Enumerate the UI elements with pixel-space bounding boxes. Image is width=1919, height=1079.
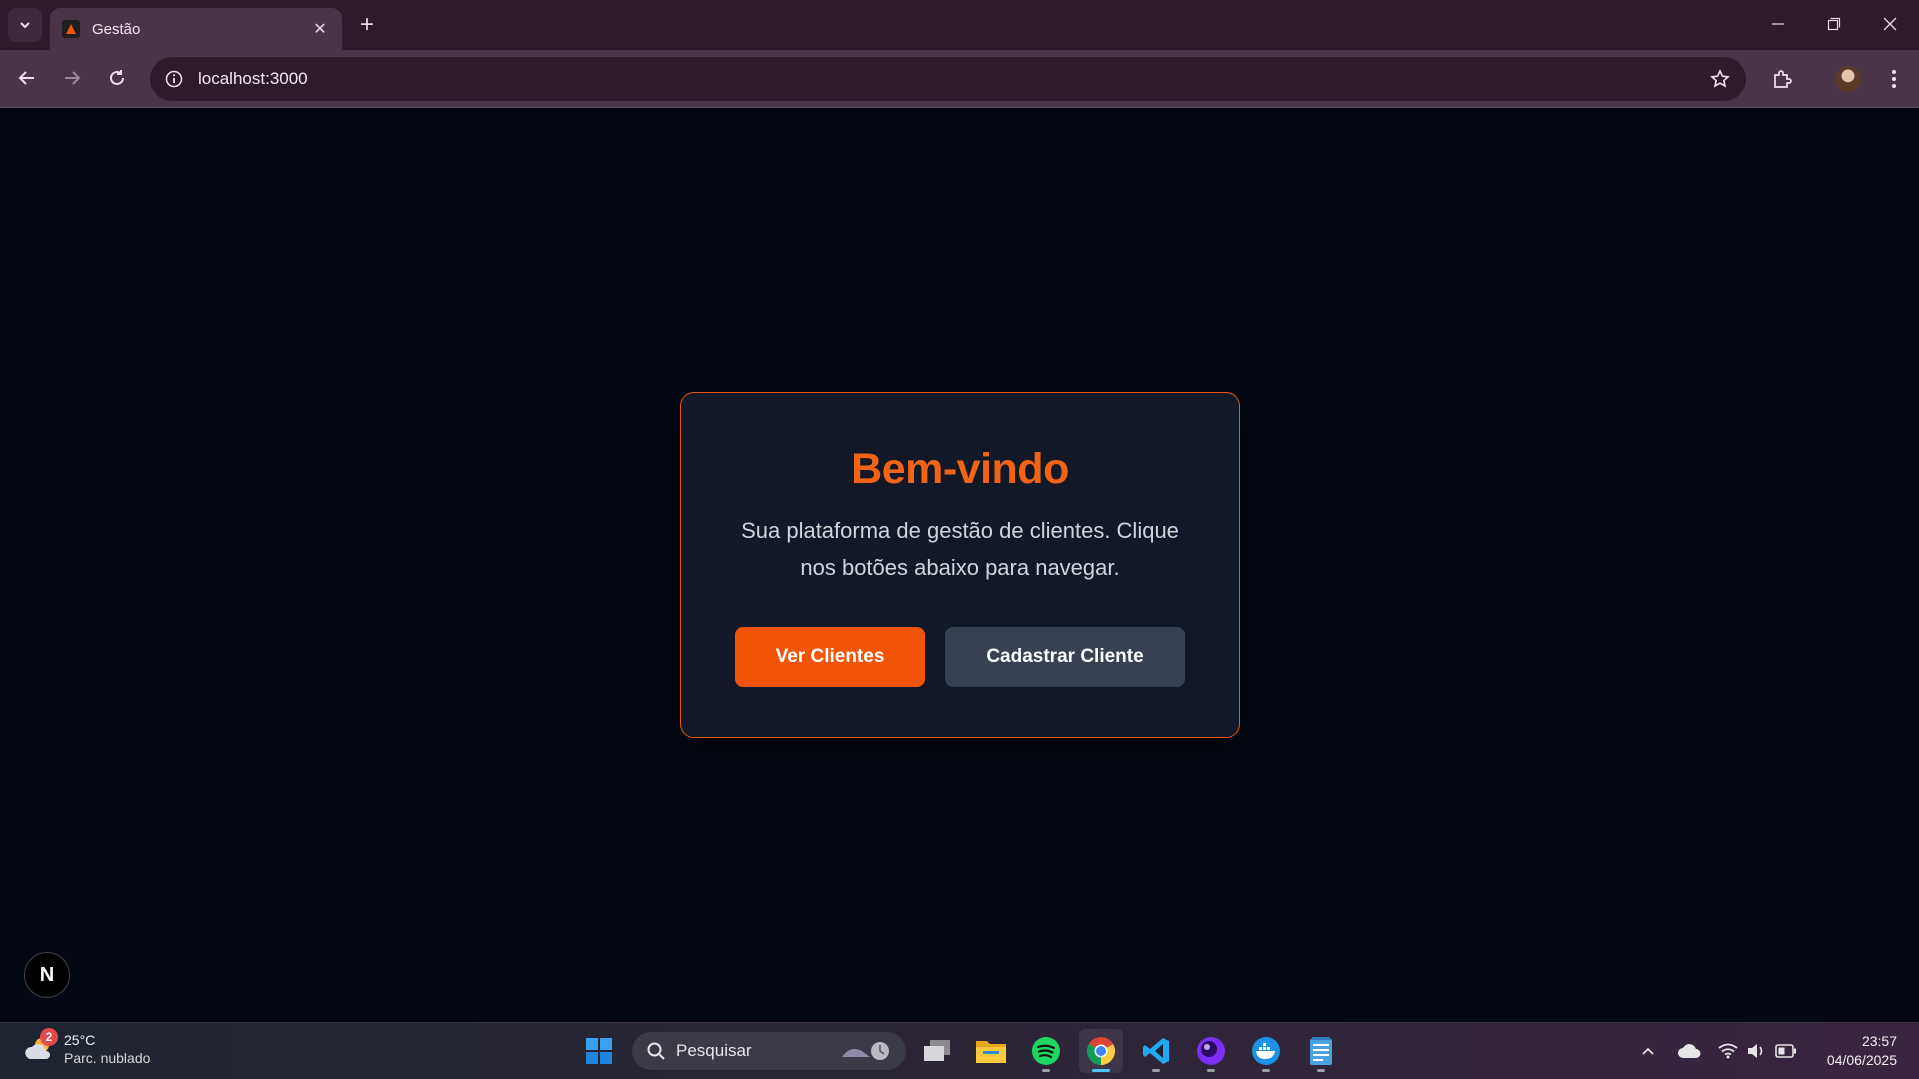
search-icon — [647, 1042, 665, 1060]
view-clients-button[interactable]: Ver Clientes — [735, 627, 925, 687]
arrow-left-icon — [18, 71, 34, 85]
minimize-button[interactable] — [1750, 0, 1806, 48]
weather-description: Parc. nublado — [64, 1050, 151, 1066]
register-client-button[interactable]: Cadastrar Cliente — [945, 627, 1185, 687]
start-button[interactable] — [577, 1029, 621, 1073]
reload-icon — [110, 70, 124, 85]
partly-cloudy-icon: 2 — [22, 1028, 58, 1066]
taskbar-task-view[interactable] — [915, 1029, 959, 1073]
close-tab-icon[interactable]: ✕ — [310, 19, 330, 39]
address-bar[interactable]: localhost:3000 — [150, 57, 1746, 101]
weather-widget[interactable]: 2 25°C Parc. nublado — [22, 1028, 151, 1067]
page-title: Bem-vindo — [851, 445, 1069, 493]
tab-title: Gestão — [92, 20, 141, 38]
taskbar-docker[interactable] — [1244, 1029, 1288, 1073]
browser-tab[interactable]: Gestão ✕ — [50, 8, 342, 50]
volume-tray[interactable] — [1744, 1039, 1768, 1063]
close-icon — [1883, 17, 1897, 31]
extensions-button[interactable] — [1765, 62, 1799, 96]
more-vertical-icon — [1892, 70, 1896, 88]
clock-date: 04/06/2025 — [1826, 1052, 1897, 1068]
task-view-icon — [924, 1040, 950, 1061]
taskbar-spotify[interactable] — [1024, 1029, 1068, 1073]
restore-button[interactable] — [1806, 0, 1862, 48]
chevron-up-icon — [1642, 1047, 1654, 1055]
clock-time: 23:57 — [1861, 1033, 1897, 1049]
taskbar-search[interactable]: Pesquisar — [632, 1032, 906, 1070]
page-content: Bem-vindo Sua plataforma de gestão de cl… — [0, 109, 1919, 1022]
running-indicator — [1152, 1069, 1160, 1072]
running-indicator — [1207, 1069, 1215, 1072]
back-button[interactable] — [10, 61, 44, 95]
app-purple-icon — [1197, 1037, 1225, 1065]
windows-start-icon — [586, 1038, 612, 1064]
welcome-card: Bem-vindo Sua plataforma de gestão de cl… — [680, 392, 1240, 738]
chrome-icon — [1087, 1037, 1115, 1065]
profile-button[interactable] — [1831, 62, 1865, 96]
avatar — [1835, 66, 1861, 92]
site-info-icon[interactable] — [164, 69, 184, 89]
nextjs-dev-indicator[interactable]: N — [24, 952, 70, 998]
network-tray[interactable] — [1716, 1039, 1740, 1063]
taskbar-chrome[interactable] — [1079, 1029, 1123, 1073]
bookmark-star-icon[interactable] — [1708, 67, 1732, 91]
notepad-icon — [1310, 1037, 1332, 1065]
taskbar-notepad[interactable] — [1299, 1029, 1343, 1073]
browser-menu-button[interactable] — [1877, 62, 1911, 96]
forward-button[interactable] — [55, 61, 89, 95]
taskbar-vscode[interactable] — [1134, 1029, 1178, 1073]
cloud-icon — [1678, 1044, 1701, 1058]
battery-icon — [1775, 1044, 1796, 1058]
running-indicator — [1262, 1069, 1270, 1072]
taskbar-file-explorer[interactable] — [969, 1029, 1013, 1073]
puzzle-icon — [1774, 70, 1792, 88]
docker-icon — [1252, 1037, 1280, 1065]
browser-toolbar: localhost:3000 — [0, 50, 1919, 108]
weather-temperature: 25°C — [64, 1032, 96, 1048]
restore-icon — [1827, 17, 1841, 31]
spotify-icon — [1032, 1037, 1060, 1065]
running-indicator — [1317, 1069, 1325, 1072]
weather-notification-badge: 2 — [40, 1028, 58, 1046]
new-tab-button[interactable]: + — [352, 10, 382, 40]
close-window-button[interactable] — [1862, 0, 1918, 48]
file-explorer-icon — [976, 1041, 1006, 1063]
onedrive-tray[interactable] — [1677, 1039, 1701, 1063]
minimize-icon — [1772, 23, 1784, 25]
vscode-icon — [1143, 1038, 1169, 1064]
reload-button[interactable] — [100, 61, 134, 95]
wifi-icon — [1718, 1043, 1738, 1059]
search-placeholder: Pesquisar — [676, 1041, 752, 1060]
active-indicator — [1092, 1069, 1110, 1072]
windows-taskbar: 2 25°C Parc. nublado Pesquisar 23:57 04/… — [0, 1022, 1919, 1079]
action-buttons: Ver Clientes Cadastrar Cliente — [735, 627, 1185, 687]
running-indicator — [1042, 1069, 1050, 1072]
taskbar-purple-app[interactable] — [1189, 1029, 1233, 1073]
url-text[interactable]: localhost:3000 — [198, 69, 1708, 89]
arrow-right-icon — [65, 71, 81, 85]
app-favicon-icon — [62, 20, 80, 38]
chevron-down-icon — [20, 22, 30, 29]
taskbar-clock[interactable]: 23:57 04/06/2025 — [1827, 1032, 1897, 1070]
show-hidden-icons-button[interactable] — [1636, 1039, 1660, 1063]
page-description: Sua plataforma de gestão de clientes. Cl… — [741, 518, 1179, 580]
tab-search-button[interactable] — [8, 8, 42, 42]
browser-tab-bar: Gestão ✕ + — [0, 0, 1919, 50]
search-highlight-icon — [842, 1042, 889, 1060]
battery-tray[interactable] — [1774, 1039, 1798, 1063]
speaker-icon — [1748, 1044, 1763, 1058]
